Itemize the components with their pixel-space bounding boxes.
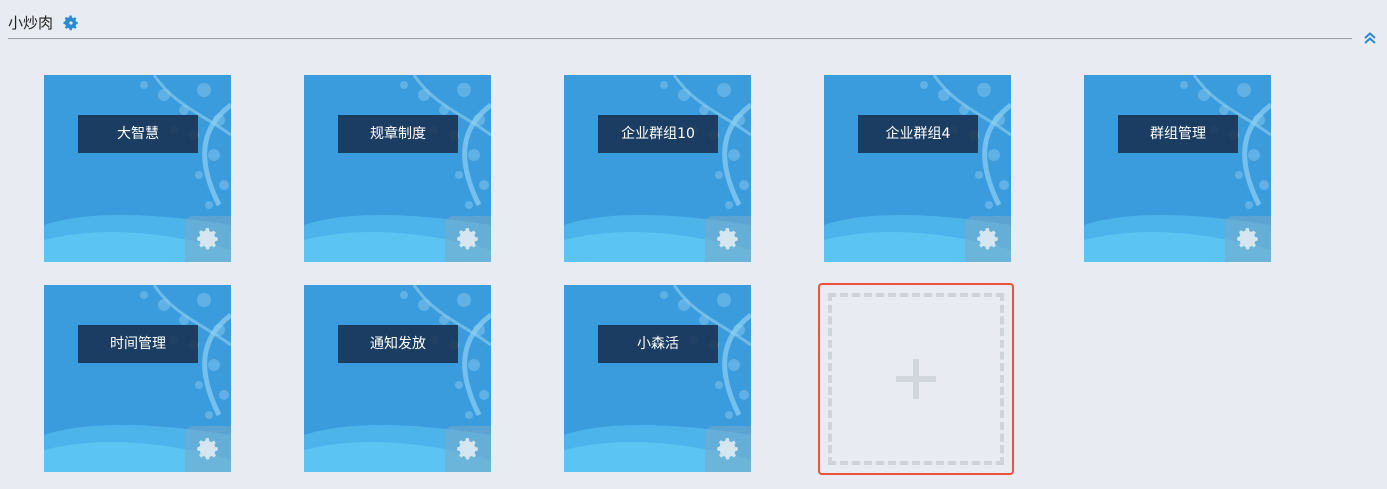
tile-label: 小森活 xyxy=(598,325,718,363)
gear-icon xyxy=(1237,228,1258,250)
tile-settings-button[interactable] xyxy=(445,216,491,262)
gear-icon[interactable] xyxy=(62,14,80,32)
app-tile[interactable]: 企业群组4 xyxy=(824,75,1011,262)
app-tile[interactable]: 时间管理 xyxy=(44,285,231,472)
tile-settings-button[interactable] xyxy=(705,426,751,472)
plus-icon xyxy=(896,359,936,399)
gear-icon xyxy=(977,228,998,250)
header-divider xyxy=(8,38,1352,39)
tile-settings-button[interactable] xyxy=(185,426,231,472)
app-tile[interactable]: 大智慧 xyxy=(44,75,231,262)
app-tile[interactable]: 小森活 xyxy=(564,285,751,472)
gear-icon xyxy=(457,438,478,460)
tile-label: 企业群组10 xyxy=(598,115,718,153)
tile-settings-button[interactable] xyxy=(1225,216,1271,262)
add-app-button[interactable] xyxy=(818,283,1014,475)
tile-label: 时间管理 xyxy=(78,325,198,363)
tile-settings-button[interactable] xyxy=(705,216,751,262)
tile-settings-button[interactable] xyxy=(965,216,1011,262)
app-tile[interactable]: 企业群组10 xyxy=(564,75,751,262)
tile-label: 通知发放 xyxy=(338,325,458,363)
tile-settings-button[interactable] xyxy=(185,216,231,262)
double-chevron-up-icon[interactable] xyxy=(1362,30,1378,46)
tile-label: 规章制度 xyxy=(338,115,458,153)
gear-icon xyxy=(457,228,478,250)
add-app-dashed-box xyxy=(828,293,1004,465)
app-tile[interactable]: 通知发放 xyxy=(304,285,491,472)
tile-settings-button[interactable] xyxy=(445,426,491,472)
tile-label: 群组管理 xyxy=(1118,115,1238,153)
gear-icon xyxy=(197,438,218,460)
tile-label: 大智慧 xyxy=(78,115,198,153)
app-tile[interactable]: 群组管理 xyxy=(1084,75,1271,262)
gear-icon xyxy=(197,228,218,250)
section-title: 小炒肉 xyxy=(8,14,54,32)
tile-label: 企业群组4 xyxy=(858,115,978,153)
gear-icon xyxy=(717,438,738,460)
section-header: 小炒肉 xyxy=(0,0,1387,44)
app-tile[interactable]: 规章制度 xyxy=(304,75,491,262)
gear-icon xyxy=(717,228,738,250)
